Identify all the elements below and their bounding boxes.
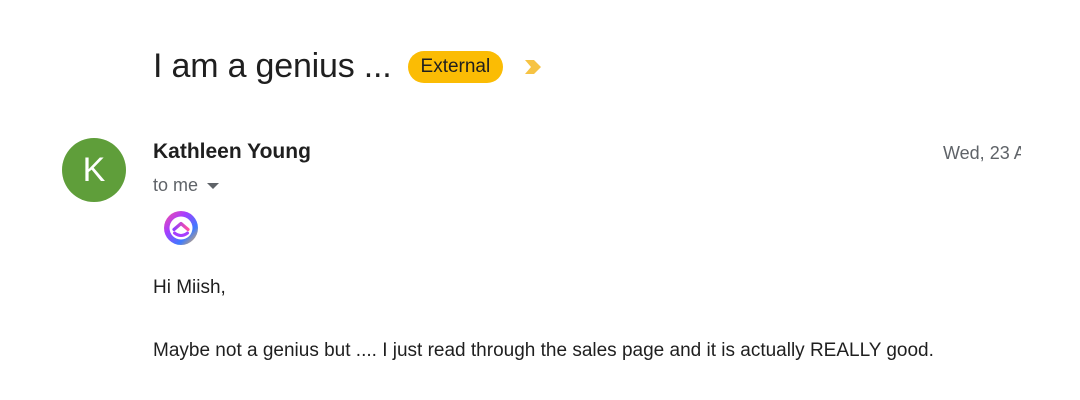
sender-avatar[interactable]: K [62, 138, 126, 202]
message-greeting: Hi Miish, [153, 277, 226, 298]
importance-marker-icon[interactable] [523, 59, 543, 75]
email-view: I am a genius ... External K Kathleen Yo… [0, 0, 1080, 400]
recipient-details-toggle[interactable]: to me [153, 175, 220, 196]
email-subject: I am a genius ... [153, 47, 392, 85]
chevron-down-icon[interactable] [207, 182, 220, 189]
recipient-label: to me [153, 175, 199, 195]
clickup-logo-icon [164, 211, 198, 245]
subject-row: I am a genius ... External [153, 47, 543, 86]
sender-name[interactable]: Kathleen Young [153, 140, 311, 164]
message-body: Maybe not a genius but .... I just read … [153, 340, 934, 361]
email-date[interactable]: Wed, 23 A [943, 143, 1021, 164]
external-label-badge[interactable]: External [407, 50, 504, 83]
